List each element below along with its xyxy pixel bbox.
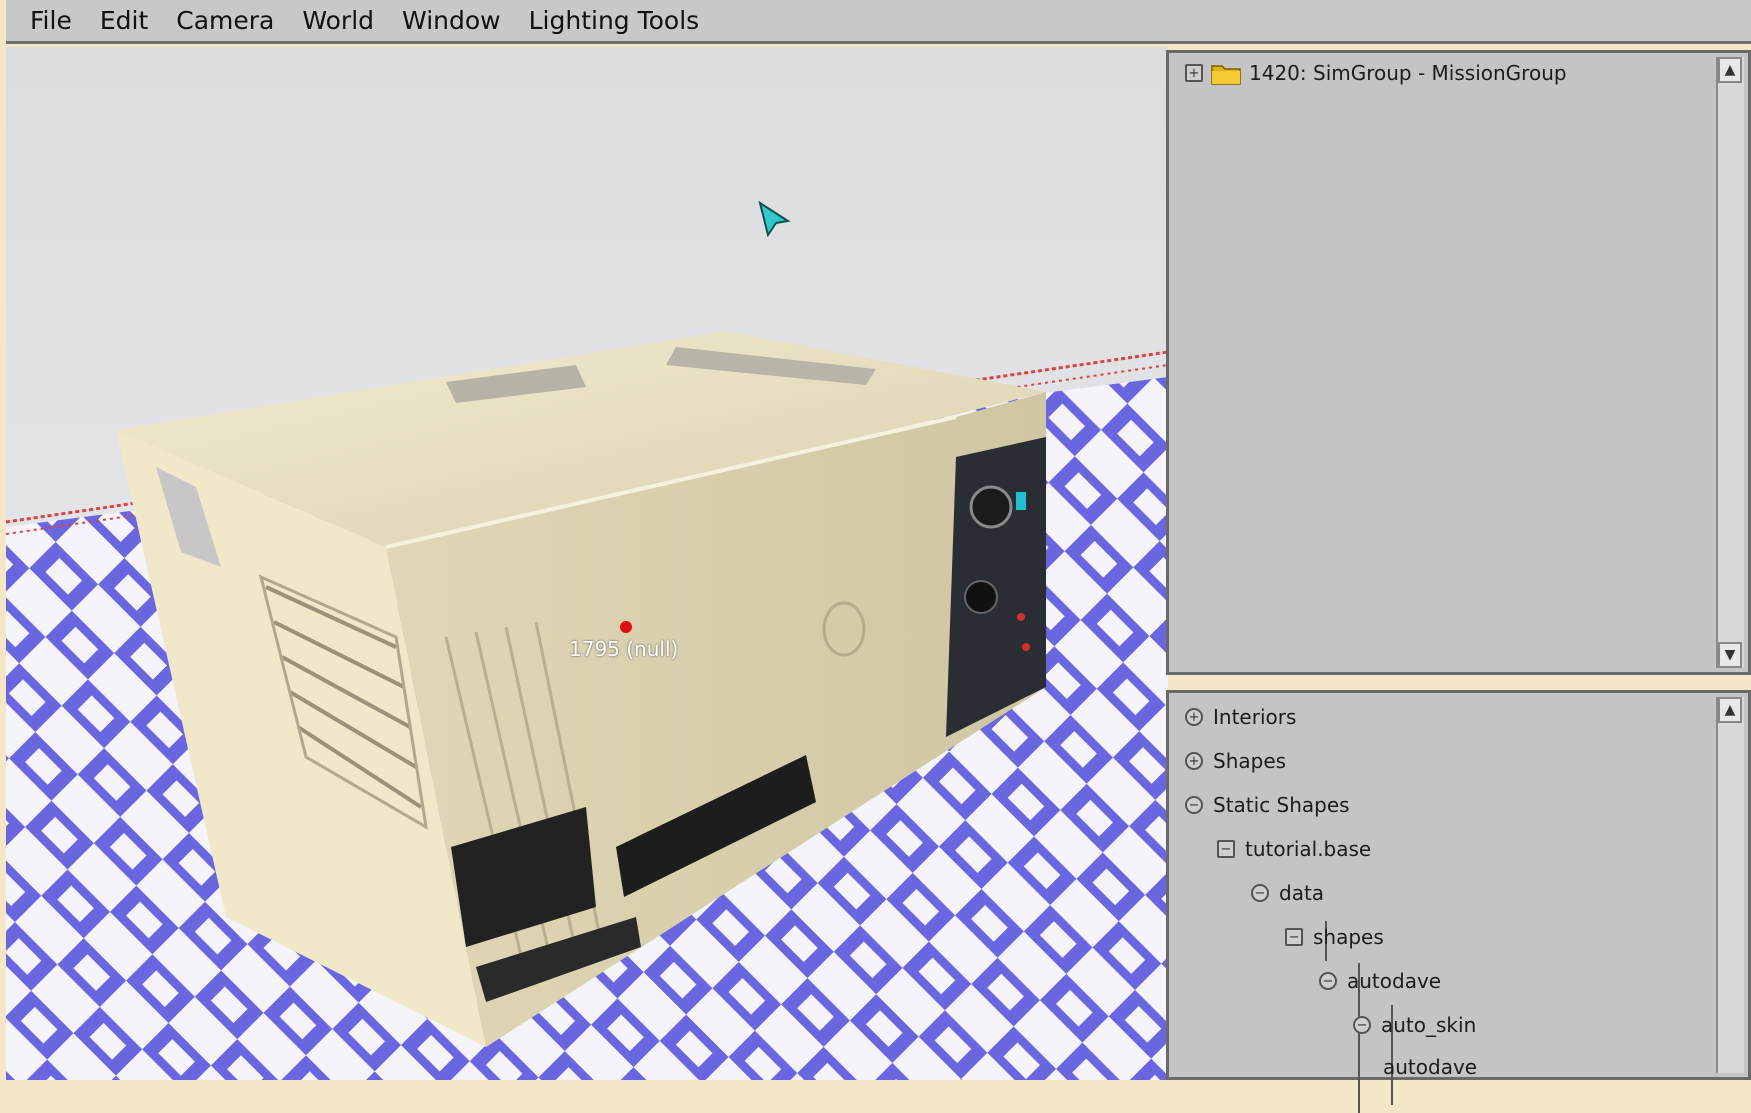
scroll-down-icon[interactable]: ▼ bbox=[1718, 642, 1742, 668]
tree-item-label: data bbox=[1279, 881, 1325, 905]
scene-tree-root-label: 1420: SimGroup - MissionGroup bbox=[1249, 61, 1567, 85]
menu-world[interactable]: World bbox=[292, 2, 384, 39]
collapse-toggle-icon[interactable]: − bbox=[1251, 884, 1269, 902]
tree-item-label: auto_skin bbox=[1381, 1013, 1477, 1037]
tree-item-label: autodave bbox=[1347, 969, 1442, 993]
tree-item-label: autodave bbox=[1383, 1055, 1478, 1079]
creator-tree-panel: + Interiors + Shapes − Static Shapes − t… bbox=[1166, 690, 1751, 1113]
tree-item-label: shapes bbox=[1313, 925, 1384, 949]
menu-lighting-tools[interactable]: Lighting Tools bbox=[519, 2, 710, 39]
tree-item-autodave-leaf[interactable]: autodave bbox=[1383, 1055, 1477, 1079]
tree-item-label: tutorial.base bbox=[1245, 837, 1372, 861]
creator-tree-scrollbar[interactable]: ▲ bbox=[1716, 697, 1744, 1073]
object-control-panel bbox=[946, 437, 1046, 737]
scene-tree-root-item[interactable]: + 1420: SimGroup - MissionGroup bbox=[1185, 61, 1567, 85]
scene-tree-panel: + 1420: SimGroup - MissionGroup ▲ ▼ bbox=[1166, 50, 1751, 675]
collapse-toggle-icon[interactable]: − bbox=[1285, 928, 1303, 946]
tree-item-auto-skin[interactable]: − auto_skin bbox=[1353, 1013, 1476, 1037]
collapse-toggle-icon[interactable]: − bbox=[1217, 840, 1235, 858]
tree-item-interiors[interactable]: + Interiors bbox=[1185, 705, 1296, 729]
collapse-toggle-icon[interactable]: − bbox=[1185, 796, 1203, 814]
tree-item-static-shapes[interactable]: − Static Shapes bbox=[1185, 793, 1350, 817]
scroll-up-icon[interactable]: ▲ bbox=[1718, 697, 1742, 723]
menu-file[interactable]: File bbox=[20, 2, 82, 39]
expand-toggle-icon[interactable]: + bbox=[1185, 708, 1203, 726]
tree-item-autodave[interactable]: − autodave bbox=[1319, 969, 1441, 993]
tree-item-label: Interiors bbox=[1213, 705, 1297, 729]
tree-item-data[interactable]: − data bbox=[1251, 881, 1324, 905]
folder-icon bbox=[1211, 61, 1241, 85]
menu-edit[interactable]: Edit bbox=[90, 2, 158, 39]
scene-tree-scrollbar[interactable]: ▲ ▼ bbox=[1716, 57, 1744, 668]
menu-window[interactable]: Window bbox=[392, 2, 511, 39]
menu-bar: File Edit Camera World Window Lighting T… bbox=[6, 0, 1751, 44]
tree-item-shapes-folder[interactable]: − shapes bbox=[1285, 925, 1384, 949]
scroll-up-icon[interactable]: ▲ bbox=[1718, 57, 1742, 83]
tree-item-tutorial-base[interactable]: − tutorial.base bbox=[1217, 837, 1371, 861]
tree-item-shapes[interactable]: + Shapes bbox=[1185, 749, 1286, 773]
tree-item-label: Shapes bbox=[1213, 749, 1287, 773]
object-id-label: 1795 (null) bbox=[569, 637, 679, 661]
menu-camera[interactable]: Camera bbox=[166, 2, 284, 39]
tree-item-label: Static Shapes bbox=[1213, 793, 1350, 817]
3d-viewport[interactable]: 1795 (null) bbox=[6, 47, 1168, 1080]
collapse-toggle-icon[interactable]: − bbox=[1319, 972, 1337, 990]
collapse-toggle-icon[interactable]: − bbox=[1353, 1016, 1371, 1034]
expand-toggle-icon[interactable]: + bbox=[1185, 752, 1203, 770]
viewport-scene bbox=[6, 47, 1168, 1080]
expand-toggle-icon[interactable]: + bbox=[1185, 64, 1203, 82]
